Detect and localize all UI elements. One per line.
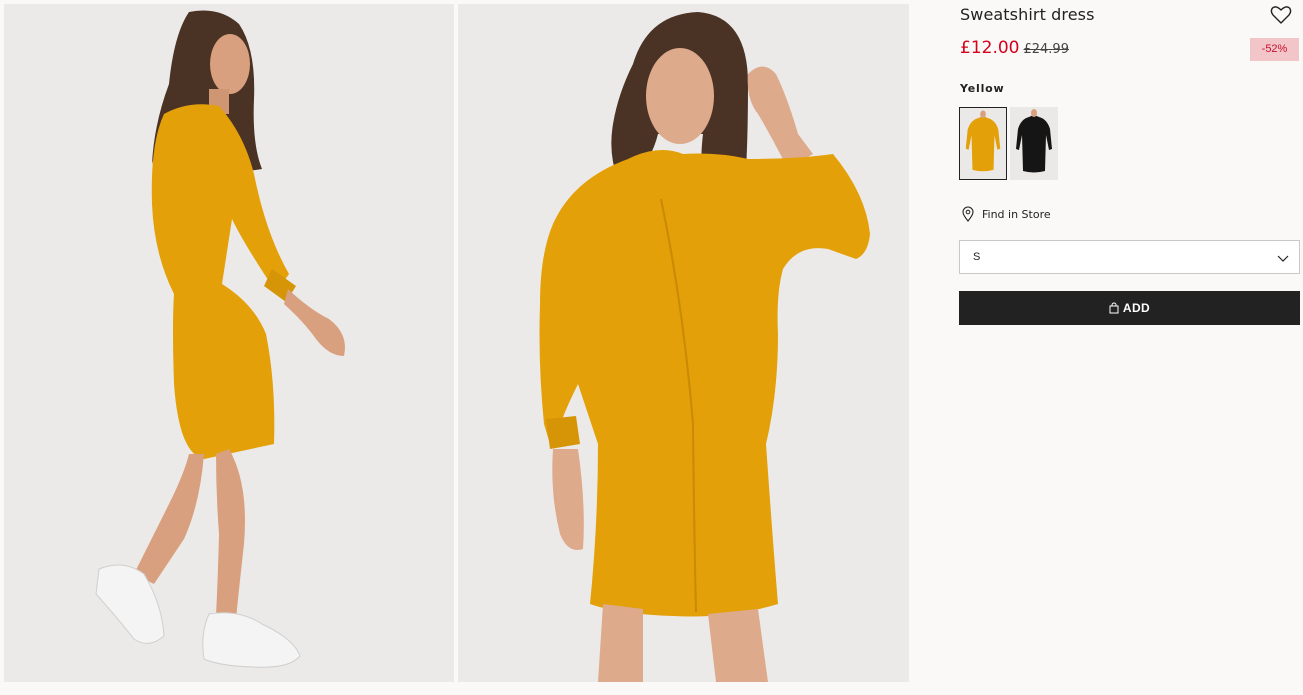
product-title: Sweatshirt dress bbox=[960, 5, 1095, 24]
add-to-bag-button[interactable]: ADD bbox=[959, 291, 1300, 325]
add-button-label: ADD bbox=[1122, 301, 1151, 315]
heart-outline-icon bbox=[1270, 6, 1292, 24]
map-pin-icon bbox=[962, 206, 974, 222]
price-row: £12.00 £24.99 bbox=[960, 38, 1069, 60]
size-dropdown[interactable]: S bbox=[959, 240, 1300, 274]
color-swatches bbox=[959, 107, 1058, 180]
price-current: £12.00 bbox=[960, 38, 1020, 58]
model-front-view-image bbox=[458, 4, 909, 682]
black-dress-thumbnail bbox=[1010, 107, 1058, 180]
yellow-dress-thumbnail bbox=[960, 108, 1006, 179]
product-page: Sweatshirt dress £12.00 £24.99 -52% Yell… bbox=[0, 0, 1303, 695]
product-image-front[interactable] bbox=[458, 4, 909, 682]
add-to-favorites-button[interactable] bbox=[1270, 5, 1292, 25]
find-in-store-label: Find in Store bbox=[982, 207, 1051, 221]
swatch-yellow[interactable] bbox=[959, 107, 1007, 180]
selected-size: S bbox=[973, 251, 981, 263]
price-original: £24.99 bbox=[1023, 42, 1069, 57]
product-image-side[interactable] bbox=[4, 4, 454, 682]
shopping-bag-icon bbox=[1109, 302, 1119, 314]
discount-badge: -52% bbox=[1250, 38, 1299, 61]
selected-color-label: Yellow bbox=[960, 82, 1005, 95]
find-in-store-link[interactable]: Find in Store bbox=[961, 206, 1051, 222]
model-side-view-image bbox=[4, 4, 454, 682]
chevron-down-icon bbox=[1277, 255, 1289, 262]
swatch-black[interactable] bbox=[1010, 107, 1058, 180]
